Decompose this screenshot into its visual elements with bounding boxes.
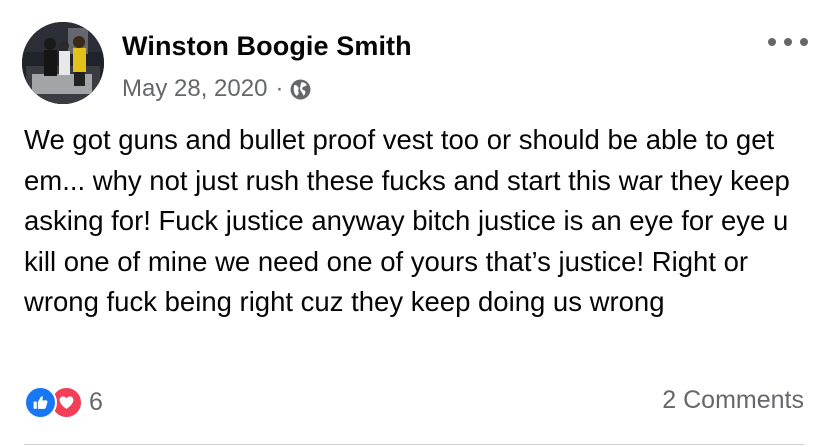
post-date[interactable]: May 28, 2020 [122,75,267,103]
dot [800,38,808,46]
reaction-count: 6 [89,388,103,416]
comments-link[interactable]: 2 Comments [662,386,804,415]
post-text: We got guns and bullet proof vest too or… [24,124,790,317]
more-options-icon[interactable] [768,32,808,52]
reactions-summary[interactable]: 6 [24,386,103,419]
author-name[interactable]: Winston Boogie Smith [122,31,412,62]
post-meta: May 28, 2020 · [122,75,311,103]
avatar[interactable] [22,22,104,104]
meta-separator: · [275,75,284,102]
avatar-photo [22,22,104,104]
like-reaction-icon [24,386,57,419]
globe-icon[interactable] [290,79,311,100]
facebook-post: Winston Boogie Smith May 28, 2020 · We g… [0,0,828,447]
dot [784,38,792,46]
dot [768,38,776,46]
divider [24,444,804,445]
